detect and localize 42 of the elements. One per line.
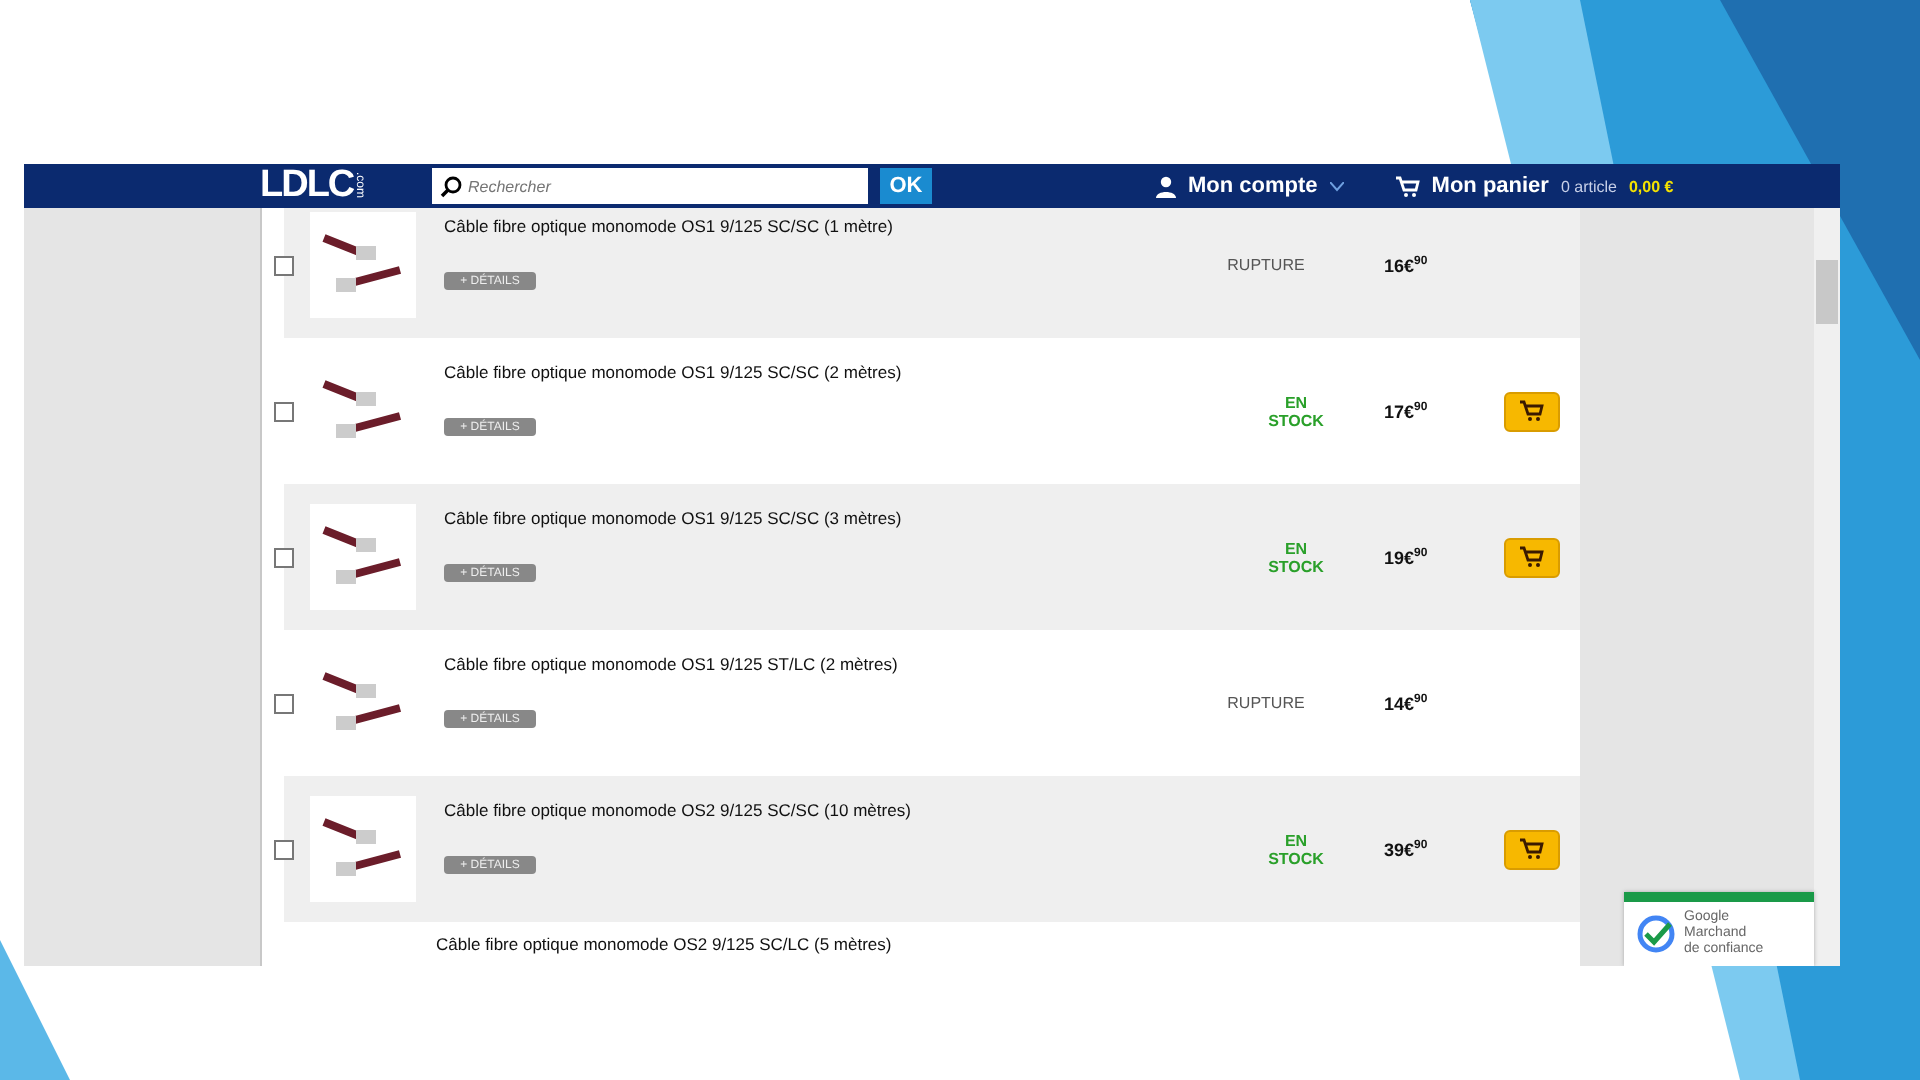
scrollbar[interactable] <box>1814 208 1840 966</box>
product-title[interactable]: Câble fibre optique monomode OS1 9/125 SC/SC (1 mètre) <box>444 216 1256 236</box>
stock-status: EN STOCK <box>1266 393 1326 429</box>
stock-status: RUPTURE <box>1225 256 1307 274</box>
product-title[interactable]: Câble fibre optique monomode OS2 9/125 SC/SC (10 mètres) <box>444 800 1316 820</box>
add-to-cart-button[interactable] <box>1504 829 1560 869</box>
stock-status: RUPTURE <box>1225 694 1307 712</box>
cart-icon <box>1395 175 1420 197</box>
cart-count: 0 article <box>1560 177 1617 195</box>
user-icon <box>1156 175 1176 197</box>
product-price: 19€$^{90}$ <box>1384 547 1430 567</box>
add-to-cart-button[interactable] <box>1504 391 1560 431</box>
photo-placeholder <box>310 504 416 610</box>
add-to-cart-button[interactable] <box>1504 537 1560 577</box>
cart-icon <box>1520 400 1544 422</box>
cart-icon <box>1520 546 1544 568</box>
product-title[interactable]: Câble fibre optique monomode OS1 9/125 ST/LC (2 mètres) <box>444 654 1256 674</box>
cart-link[interactable]: Mon panier <box>1431 174 1549 198</box>
checkbox[interactable] <box>274 255 294 275</box>
product-price: 17€$^{90}$ <box>1384 401 1430 421</box>
product-title[interactable]: Câble fibre optique monomode OS2 9/125 SC/LC (5 mètres) <box>436 934 1580 954</box>
caret-icon <box>1329 181 1344 191</box>
product-title[interactable]: Câble fibre optique monomode OS1 9/125 SC/SC (3 mètres) <box>444 508 1316 528</box>
product-price: 14€$^{90}$ <box>1384 693 1430 713</box>
checkbox[interactable] <box>274 693 294 713</box>
account-link[interactable]: Mon compte <box>1188 174 1318 198</box>
product-price: 16€$^{90}$ <box>1384 255 1430 275</box>
ok-button[interactable]: OK <box>880 168 932 204</box>
checkbox[interactable] <box>274 401 294 421</box>
product-price: 39€$^{90}$ <box>1384 839 1430 859</box>
check-circle-icon <box>1636 914 1676 954</box>
stock-status: EN STOCK <box>1266 539 1326 575</box>
slide-corner-triangle <box>0 940 70 1080</box>
photo-placeholder <box>310 796 416 902</box>
cart-icon <box>1520 838 1544 860</box>
stock-status: EN STOCK <box>1266 831 1326 867</box>
search-field[interactable]: Rechercher <box>432 168 868 204</box>
product-title[interactable]: Câble fibre optique monomode OS1 9/125 SC/SC (2 mètres) <box>444 362 1316 382</box>
checkbox[interactable] <box>274 839 294 859</box>
cart-total: 0,00 € <box>1628 177 1674 195</box>
photo-placeholder <box>310 212 416 318</box>
checkbox[interactable] <box>274 547 294 567</box>
